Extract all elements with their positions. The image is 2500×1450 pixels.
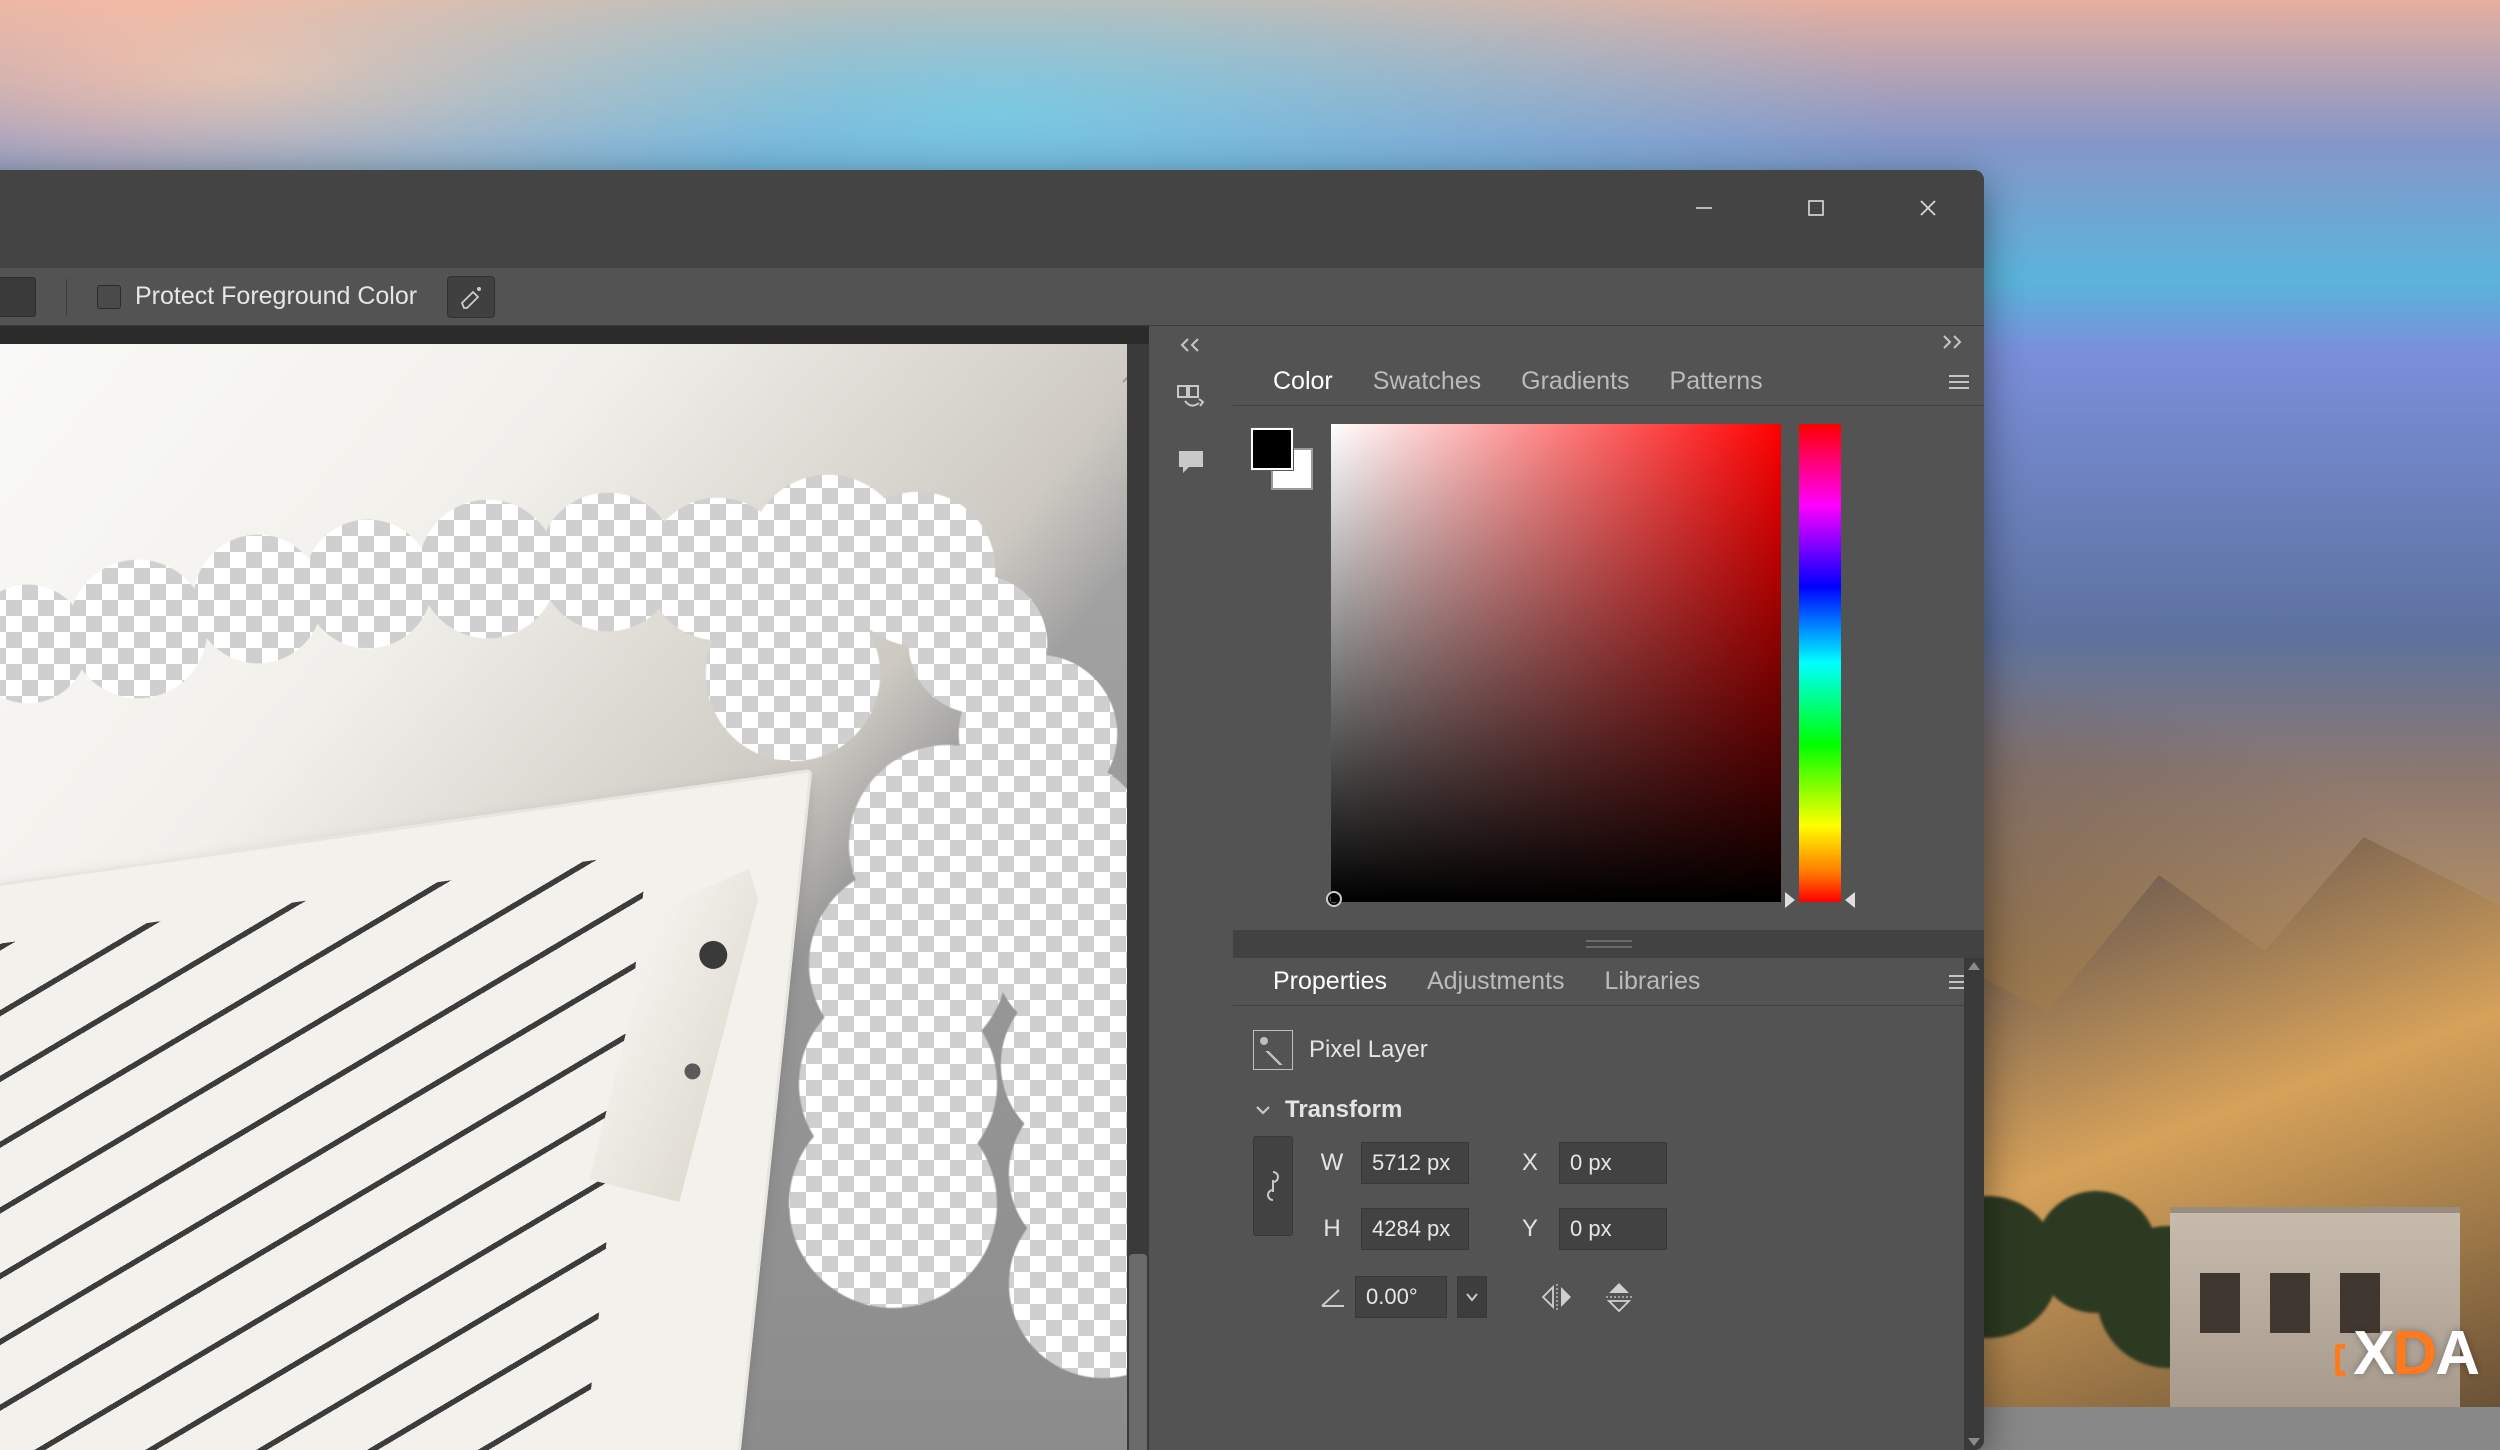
expand-panels-left-button[interactable] [1149,332,1233,358]
tab-color[interactable]: Color [1253,358,1353,405]
protect-foreground-label: Protect Foreground Color [135,282,417,311]
properties-panel: Properties Adjustments Libraries Pixel L… [1233,958,1984,1450]
hue-marker-right [1845,892,1855,908]
color-panel-menu-icon[interactable] [1934,358,1984,405]
canvas-area[interactable] [0,326,1149,1450]
tab-swatches[interactable]: Swatches [1353,358,1501,405]
right-panels-column: Color Swatches Gradients Patterns [1233,326,1984,1450]
foreground-background-swatch[interactable] [1251,428,1313,490]
transform-label: Transform [1285,1096,1402,1124]
layer-type-row: Pixel Layer [1253,1020,1964,1092]
x-field[interactable]: 0 px [1559,1142,1667,1184]
flip-horizontal-button[interactable] [1539,1281,1575,1313]
chevron-down-icon [1253,1100,1273,1120]
x-label: X [1517,1149,1543,1177]
width-label: W [1319,1149,1345,1177]
pixel-layer-icon [1253,1030,1293,1070]
canvas-vertical-scrollbar[interactable] [1127,344,1149,1450]
workspace: Color Swatches Gradients Patterns [0,326,1984,1450]
history-panel-icon[interactable] [1167,374,1215,422]
angle-field[interactable]: ° [0,277,36,317]
window-maximize-button[interactable] [1760,170,1872,246]
panel-separator[interactable] [1233,930,1984,958]
eraser-options-button[interactable] [447,276,495,318]
hue-marker-left [1785,892,1795,908]
properties-scrollbar[interactable] [1964,958,1984,1450]
foreground-color-swatch[interactable] [1251,428,1293,470]
xda-watermark: XDA [2353,1318,2478,1389]
color-panel-tabs: Color Swatches Gradients Patterns [1233,358,1984,406]
link-dimensions-button[interactable] [1253,1136,1293,1236]
color-panel: Color Swatches Gradients Patterns [1233,358,1984,930]
y-label: Y [1517,1215,1543,1243]
document-canvas[interactable] [0,344,1138,1450]
protect-foreground-checkbox[interactable]: Protect Foreground Color [97,282,417,311]
tab-properties[interactable]: Properties [1253,958,1407,1005]
titlebar [0,170,1984,270]
properties-panel-tabs: Properties Adjustments Libraries [1233,958,1984,1006]
comments-panel-icon[interactable] [1167,438,1215,486]
tab-libraries[interactable]: Libraries [1585,958,1721,1005]
flip-vertical-button[interactable] [1601,1281,1637,1313]
saturation-value-field[interactable] [1331,424,1781,902]
tab-patterns[interactable]: Patterns [1650,358,1783,405]
angle-icon [1319,1286,1345,1308]
rotation-dropdown-button[interactable] [1457,1276,1487,1318]
scrollbar-thumb[interactable] [1129,1254,1147,1450]
collapse-panels-right-button[interactable] [1233,326,1984,358]
height-field[interactable]: 4284 px [1361,1208,1469,1250]
y-field[interactable]: 0 px [1559,1208,1667,1250]
hue-slider[interactable] [1799,424,1841,902]
tab-gradients[interactable]: Gradients [1501,358,1649,405]
window-minimize-button[interactable] [1648,170,1760,246]
layer-type-label: Pixel Layer [1309,1036,1428,1064]
erased-region [0,344,1138,1450]
scroll-up-arrow[interactable] [1968,962,1980,970]
options-bar: ° Protect Foreground Color Share [0,268,1984,326]
divider [66,279,67,315]
transform-section-header[interactable]: Transform [1253,1092,1964,1136]
tab-adjustments[interactable]: Adjustments [1407,958,1585,1005]
height-label: H [1319,1215,1345,1243]
width-field[interactable]: 5712 px [1361,1142,1469,1184]
photoshop-window: ° Protect Foreground Color Share [0,170,1984,1450]
scroll-down-arrow[interactable] [1968,1438,1980,1446]
rotation-field[interactable]: 0.00° [1355,1276,1447,1318]
window-close-button[interactable] [1872,170,1984,246]
checkbox-box [97,285,121,309]
sv-cursor [1326,891,1342,907]
collapsed-panel-strip [1149,326,1233,1450]
